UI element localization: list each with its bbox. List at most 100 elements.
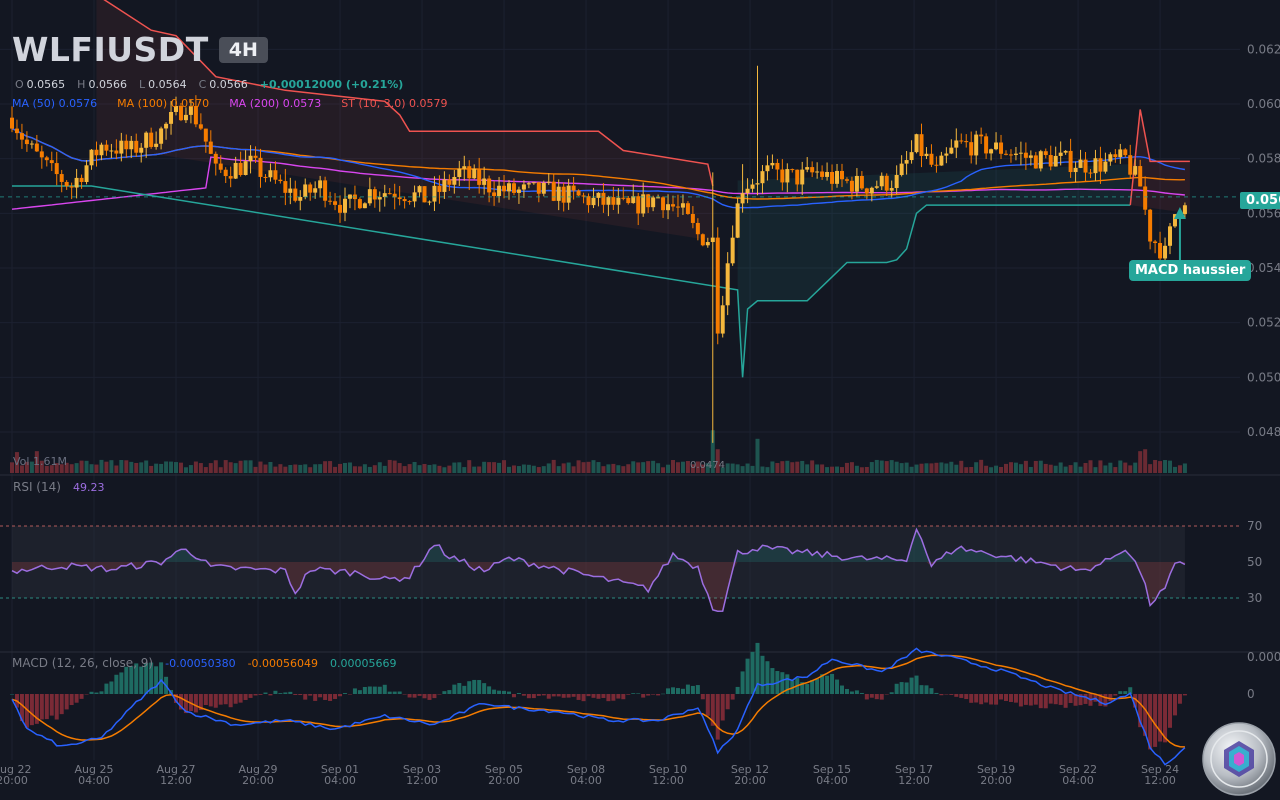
volume-bar [149,465,154,473]
macd-hist-bar [641,694,646,698]
candle-body [830,171,835,184]
volume-bar [1053,465,1058,473]
ma200-legend[interactable]: MA (200) 0.0573 [229,97,321,110]
timeframe-badge[interactable]: 4H [218,36,268,63]
ma100-legend[interactable]: MA (100) 0.0570 [117,97,209,110]
candle-body [700,234,705,246]
volume-bar [586,461,591,473]
candle-body [258,157,263,177]
volume-bar [1098,460,1103,473]
candle-body [492,192,497,197]
rsi-label[interactable]: RSI (14) [13,480,61,494]
volume-bar [467,460,472,473]
candle-body [347,194,352,199]
volume-bar [1073,462,1078,473]
candle-body [84,165,89,182]
price-tick-label: 0.048 [1247,425,1280,439]
candle-body [586,196,591,206]
candle-body [984,136,989,154]
volume-bar [437,465,442,473]
macd-hist-bar [964,694,969,700]
volume-bar [144,460,149,473]
macd-hist-bar [929,688,934,694]
macd-hist-value: 0.00005669 [330,657,397,670]
chart-canvas[interactable]: 0.062 0.060 0.058 0.056 0.054 0.052 0.050 0.048… [0,0,1280,800]
volume-bar [984,465,989,473]
volume-bar [839,467,844,473]
volume-bar [869,462,874,473]
macd-hist-bar [1043,694,1048,709]
macd-hist-bar [1004,694,1008,701]
candle-body [213,153,218,164]
candle-body [144,132,149,148]
candle-body [293,188,298,201]
volume-bar [631,461,636,473]
candle-body [835,170,840,184]
macd-hist-bar [243,694,248,700]
candle-body [1028,155,1033,158]
volume-bar [581,462,586,473]
macd-hist-bar [268,694,273,696]
volume-bar [815,464,820,473]
price-tick-label: 0.050 [1247,370,1280,384]
macd-hist-bar [362,686,367,694]
volume-bar [561,463,566,473]
volume-bar [979,459,984,473]
macd-hist-bar [884,694,889,695]
candle-body [730,237,735,264]
candle-body [338,204,343,213]
candle-body [114,150,119,154]
volume-bar [89,464,94,473]
candle-body [487,178,492,193]
candle-body [1048,155,1053,167]
volume-bar [362,464,367,473]
supertrend-value: 0.0579 [409,97,448,110]
symbol-title[interactable]: WLFIUSDT [12,30,209,69]
candle-body [203,128,208,142]
macd-hist-bar [10,694,14,695]
volume-bar [303,464,308,473]
candle-body [666,204,671,211]
macd-hist-bar [342,693,347,694]
macd-hist-bar [442,691,447,694]
candle-body [323,180,328,201]
volume-bar [909,466,914,473]
candle-body [596,192,601,198]
candle-body [864,188,869,194]
time-tick-hour: 04:00 [324,774,356,787]
supertrend-legend[interactable]: ST (10, 3.0) 0.0579 [341,97,447,110]
volume-bar [656,463,661,473]
volume-bar [203,467,208,473]
volume-bar [989,467,994,473]
ma50-legend[interactable]: MA (50) 0.0576 [12,97,97,110]
candle-body [551,181,556,201]
volume-bar [879,460,884,473]
candle-body [1168,226,1173,246]
volume-bar [318,464,323,473]
ma200-value: 0.0573 [282,97,322,110]
volume-bar [929,463,934,473]
macd-legend: MACD (12, 26, close, 9) -0.00050380 -0.0… [12,656,397,670]
macd-hist-bar [313,694,318,701]
volume-bar [377,462,382,473]
macd-hist-bar [631,693,636,694]
volume-bar [313,464,318,473]
candle-body [387,193,392,195]
macd-hist-bar [894,683,899,694]
volume-bar [288,464,293,473]
volume-bar [352,466,357,473]
macd-hist-bar [84,694,89,695]
volume-bar [745,463,750,473]
macd-label[interactable]: MACD (12, 26, close, 9) [12,656,153,670]
volume-bar [487,462,492,473]
macd-hist-bar [621,694,626,700]
macd-hist-bar [218,694,223,705]
candle-body [994,142,999,150]
macd-hist-bar [541,694,546,696]
candle-body [899,163,904,175]
macd-axis-label: 0.000 [1247,650,1280,664]
candle-body [521,184,526,190]
volume-bar [104,461,109,473]
candle-body [183,114,188,121]
macd-hist-bar [750,651,755,694]
